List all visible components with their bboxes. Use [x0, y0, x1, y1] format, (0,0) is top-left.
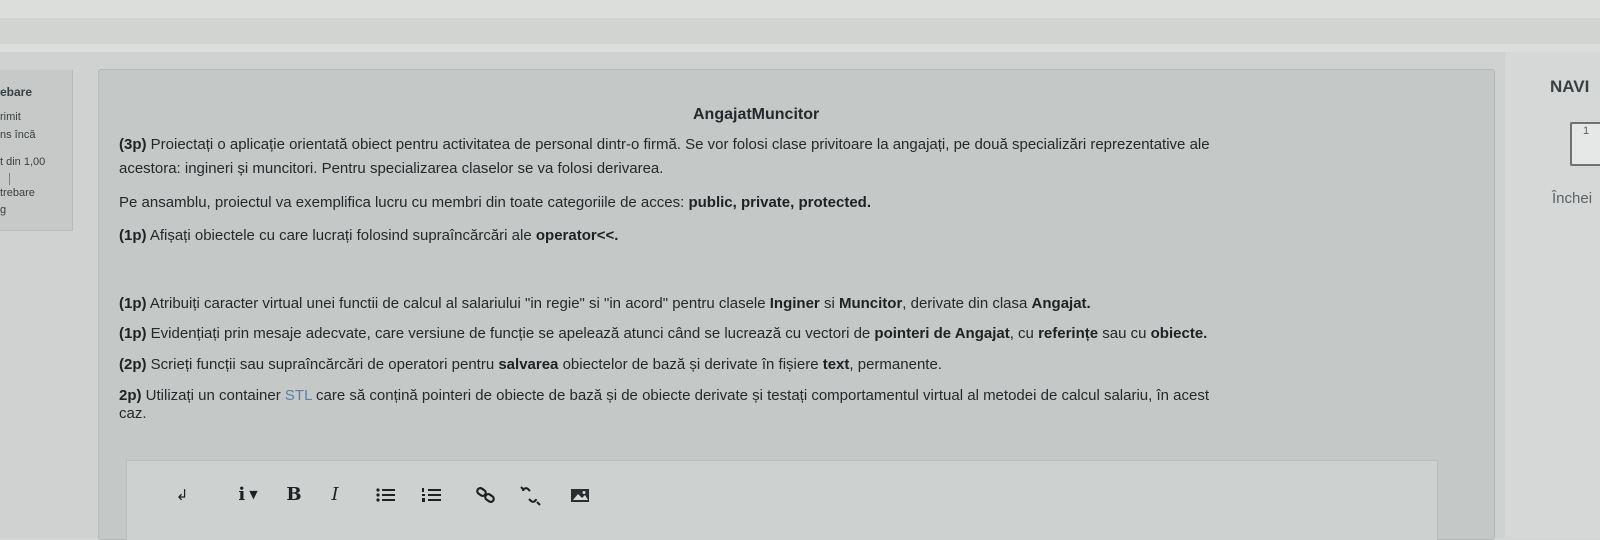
question-title: AngajatMuncitor — [693, 106, 820, 123]
quiz-navigation-panel: NAVI 1 Închei — [1505, 52, 1600, 538]
navigation-title: NAVI — [1550, 77, 1590, 96]
question-number: 1 — [1582, 125, 1590, 137]
paragraph-3: (1p) Afișați obiectele cu care lucrați f… — [119, 226, 618, 245]
bullet-list-icon[interactable] — [373, 483, 399, 507]
info-dropdown-button[interactable]: i ▼ — [225, 483, 271, 507]
image-icon[interactable] — [568, 483, 592, 507]
class-muncitor: Muncitor — [838, 295, 903, 312]
browser-top-strip — [0, 18, 1600, 44]
stl-keyword: STL — [284, 387, 312, 404]
paragraph-5: (1p) Evidențiați prin mesaje adecvate, c… — [119, 324, 1207, 343]
question-content: AngajatMuncitor (3p) Proiectați o aplica… — [98, 69, 1495, 540]
paragraph-text: Pe ansamblu, proiectul va exemplifica lu… — [119, 194, 689, 211]
paragraph-format-button[interactable]: ↲ — [171, 483, 193, 507]
keyword-saving: salvarea — [498, 356, 559, 373]
finish-attempt-link[interactable]: Închei — [1552, 190, 1592, 207]
link-icon[interactable] — [473, 483, 499, 507]
paragraph-text: Afișați obiectele cu care lucrați folosi… — [146, 227, 536, 244]
paragraph-text: obiectelor de bază și derivate în fișier… — [558, 356, 823, 373]
answer-editor[interactable]: ↲ i ▼ B I — [126, 460, 1438, 540]
question-1-nav-button[interactable]: 1 — [1570, 122, 1600, 166]
question-status-detail: ns încă — [0, 129, 36, 141]
points-label: (1p) — [119, 227, 147, 244]
paragraph-1-line-1: (3p) Proiectați o aplicație orientată ob… — [119, 135, 1210, 154]
paragraph-text: sau cu — [1098, 325, 1151, 342]
paragraph-text: , cu — [1009, 325, 1039, 342]
paragraph-text: si — [819, 295, 839, 312]
keyword-pointers: pointeri de Angajat — [874, 325, 1010, 342]
paragraph-1-line-2: acestora: ingineri și muncitori. Pentru … — [119, 160, 664, 177]
paragraph-text: care să conțină pointeri de obiecte de b… — [311, 387, 1210, 404]
points-label: (1p) — [119, 325, 147, 342]
paragraph-2: Pe ansamblu, proiectul va exemplifica lu… — [119, 193, 871, 212]
paragraph-7-line-2: caz. — [119, 405, 147, 422]
access-keywords: public, private, protected. — [688, 194, 871, 211]
question-score: t din 1,00 — [0, 156, 46, 168]
keyword-references: referințe — [1038, 325, 1099, 342]
paragraph-6: (2p) Scrieți funcții sau supraîncărcări … — [119, 355, 942, 374]
class-angajat: Angajat. — [1031, 295, 1091, 312]
points-label: (3p) — [119, 136, 147, 153]
paragraph-text: Scrieți funcții sau supraîncărcări de op… — [146, 356, 499, 373]
question-status: rimit — [0, 111, 21, 123]
flag-icon[interactable] — [0, 173, 10, 185]
flag-question-label[interactable]: trebare — [0, 187, 35, 199]
keyword-text: text — [822, 356, 850, 373]
paragraph-7-line-1: 2p) Utilizați un container STL care să c… — [119, 386, 1209, 405]
operator-keyword: operator<<. — [535, 227, 619, 244]
paragraph-text: Proiectați o aplicație orientată obiect … — [146, 136, 1210, 153]
numbered-list-icon[interactable] — [419, 483, 445, 507]
points-label: (1p) — [119, 295, 147, 312]
unlink-icon[interactable] — [517, 483, 543, 507]
question-info-panel: ebare rimit ns încă t din 1,00 trebare g — [0, 70, 73, 231]
points-label: (2p) — [119, 356, 147, 373]
editor-toolbar: ↲ i ▼ B I — [127, 461, 1437, 540]
paragraph-text: , derivate din clasa — [902, 295, 1032, 312]
question-label: ebare — [0, 85, 33, 99]
italic-button[interactable]: I — [323, 483, 347, 507]
paragraph-text: Utilizați un container — [141, 387, 285, 404]
paragraph-4: (1p) Atribuiți caracter virtual unei fun… — [119, 294, 1091, 313]
edit-question-label[interactable]: g — [0, 204, 6, 216]
class-inginer: Inginer — [769, 295, 820, 312]
points-label: 2p) — [119, 387, 142, 404]
info-label: i — [238, 484, 246, 505]
paragraph-text: Atribuiți caracter virtual unei functii … — [146, 295, 770, 312]
chevron-down-icon: ▼ — [249, 488, 258, 501]
keyword-objects: obiecte. — [1150, 325, 1208, 342]
bold-button[interactable]: B — [282, 483, 306, 507]
paragraph-text: , permanente. — [849, 356, 942, 373]
paragraph-text: Evidențiați prin mesaje adecvate, care v… — [146, 325, 875, 342]
